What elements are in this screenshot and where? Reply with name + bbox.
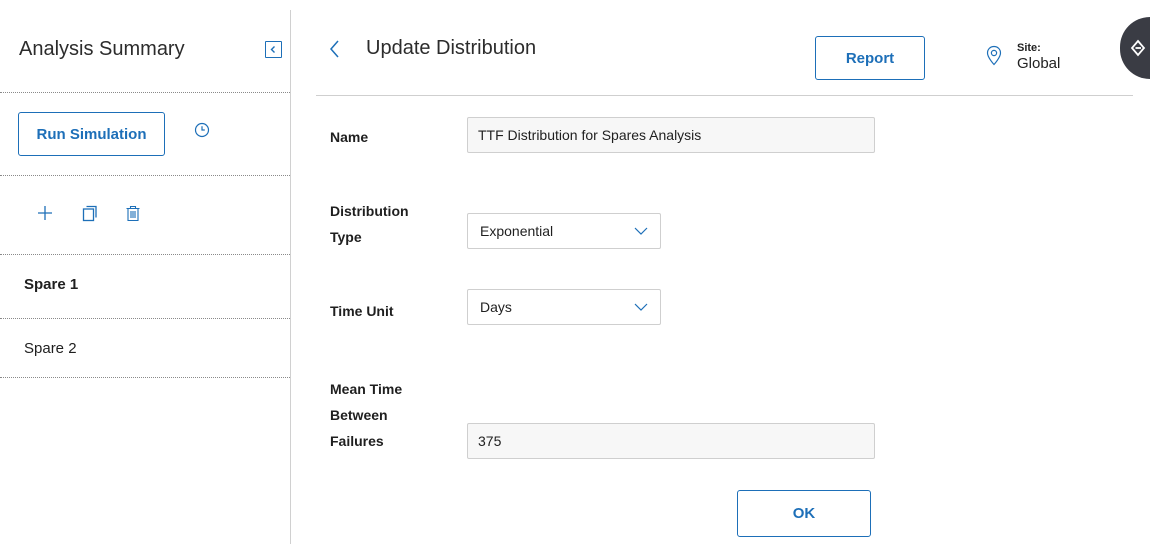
location-pin-icon xyxy=(986,45,1002,66)
mtbf-label-line: Failures xyxy=(330,433,384,449)
divider xyxy=(0,377,290,378)
assistant-icon xyxy=(1130,39,1146,57)
panel-divider xyxy=(290,10,291,544)
time-unit-label: Time Unit xyxy=(330,303,394,319)
copy-icon[interactable] xyxy=(80,203,100,223)
delete-icon[interactable] xyxy=(123,203,143,223)
history-clock-icon[interactable] xyxy=(194,122,210,138)
list-item[interactable]: Spare 2 xyxy=(24,340,77,357)
chevron-down-icon xyxy=(634,303,648,311)
site-label: Site: xyxy=(1017,42,1041,54)
sidebar: Analysis Summary Run Simulation Spare 1 … xyxy=(0,0,291,544)
distribution-type-select[interactable]: Exponential xyxy=(467,213,661,249)
report-button[interactable]: Report xyxy=(815,36,925,80)
ok-button[interactable]: OK xyxy=(737,490,871,537)
divider xyxy=(0,92,290,93)
chevron-left-icon xyxy=(270,46,275,53)
collapse-sidebar-button[interactable] xyxy=(265,41,282,58)
add-icon[interactable] xyxy=(35,203,55,223)
distribution-type-label-line: Distribution xyxy=(330,203,409,219)
run-simulation-button[interactable]: Run Simulation xyxy=(18,112,165,156)
time-unit-value: Days xyxy=(480,299,512,315)
sidebar-header: Analysis Summary xyxy=(19,36,284,66)
mtbf-label-line: Mean Time xyxy=(330,381,403,397)
mtbf-input[interactable]: 375 xyxy=(467,423,875,459)
site-value[interactable]: Global xyxy=(1017,55,1060,72)
distribution-type-value: Exponential xyxy=(480,223,554,239)
header-divider xyxy=(316,95,1133,96)
divider xyxy=(0,318,290,319)
name-input[interactable]: TTF Distribution for Spares Analysis xyxy=(467,117,875,153)
time-unit-select[interactable]: Days xyxy=(467,289,661,325)
mtbf-label: Mean Time Between Failures xyxy=(330,376,402,454)
sidebar-title: Analysis Summary xyxy=(19,38,185,60)
assistant-panel-toggle[interactable] xyxy=(1120,17,1150,79)
divider xyxy=(0,254,290,255)
name-label: Name xyxy=(330,129,369,145)
distribution-type-label-line: Type xyxy=(330,229,362,245)
page-title: Update Distribution xyxy=(366,37,537,59)
back-chevron-icon[interactable] xyxy=(328,38,342,60)
divider xyxy=(0,175,290,176)
mtbf-label-line: Between xyxy=(330,407,388,423)
distribution-type-label: Distribution Type xyxy=(330,198,409,250)
list-item[interactable]: Spare 1 xyxy=(24,276,78,293)
chevron-down-icon xyxy=(634,227,648,235)
